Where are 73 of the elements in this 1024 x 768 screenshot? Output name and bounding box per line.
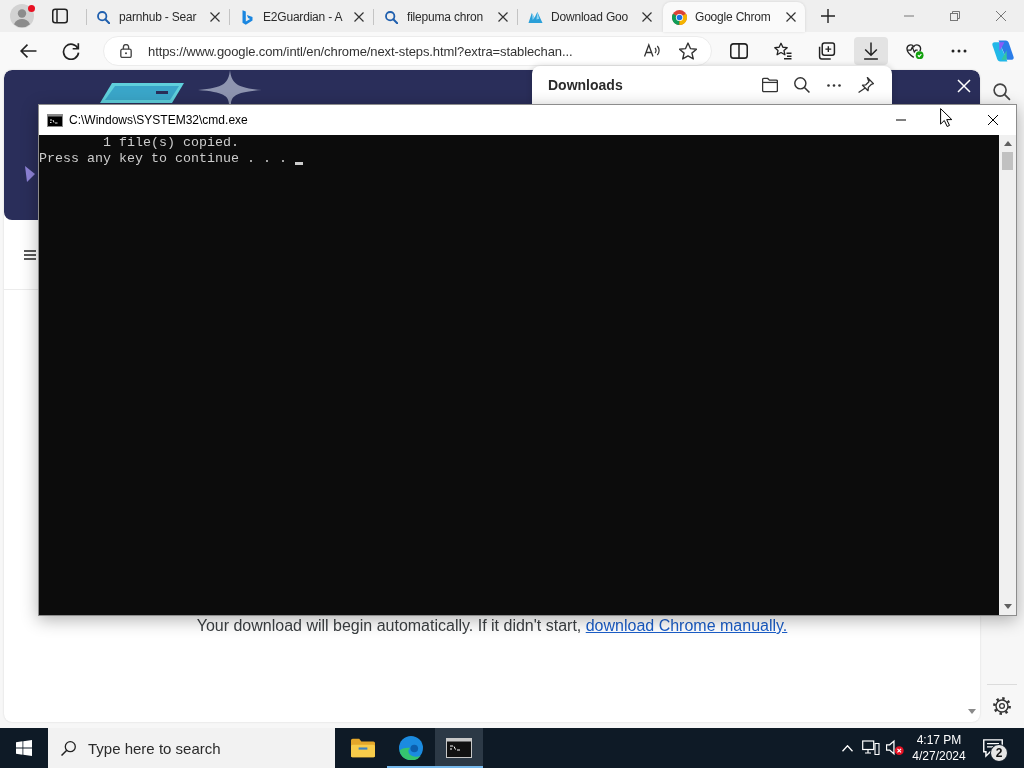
plus-icon [821,9,835,23]
terminal-button[interactable] [435,728,483,768]
profile-button[interactable] [8,2,36,30]
lock-icon [119,44,133,58]
close-icon [498,12,508,22]
window-title: C:\Windows\SYSTEM32\cmd.exe [69,113,248,127]
restore-icon [950,11,960,21]
scroll-down-icon[interactable] [968,709,976,714]
avatar-icon [10,4,34,28]
search-field[interactable]: Type here to search [48,728,335,768]
favorites-icon [774,42,792,60]
speech-bubble-icon [983,738,1003,758]
notification-dot-icon [28,5,35,12]
panel-title: Downloads [548,77,623,93]
browser-tab[interactable]: parnhub - Sear [87,2,229,32]
clock-button[interactable]: 4:17 PM 4/27/2024 [909,728,969,768]
split-screen-icon [730,42,748,60]
text-cursor-icon [294,162,303,165]
scrollbar[interactable] [999,135,1016,615]
folder-icon [762,77,778,93]
read-aloud-icon [644,43,660,59]
back-arrow-icon [19,42,37,60]
collections-icon [818,42,836,60]
scroll-down-icon[interactable] [1003,604,1012,609]
notifications-button[interactable]: 2 [975,728,1011,768]
settings-icon [993,697,1011,715]
console-output-line: 1 file(s) copied. [102,135,239,151]
scrollbar-thumb[interactable] [1002,152,1013,170]
search-icon [384,10,398,24]
download-message: Your download will begin automatically. If it didn't start, download Chrome manually. [195,616,789,636]
mouse-pointer-icon [940,108,952,127]
windows-logo-icon [16,740,32,756]
notification-count: 2 [990,744,1008,762]
tab-panel-icon [52,8,68,24]
browser-tab[interactable]: filepuma chron [375,2,517,32]
search-icon [993,83,1011,101]
copilot-logo-icon [992,40,1014,62]
download-icon [862,42,880,60]
close-icon [642,12,652,22]
heart-pulse-icon [906,42,924,60]
address-field[interactable]: https://www.google.com/intl/en/chrome/next-steps.html?extra=stablechan... [103,36,712,66]
close-icon [988,115,998,125]
star-icon [679,42,697,60]
edge-logo-icon [399,736,423,760]
search-icon [794,77,810,93]
chrome-logo-icon [671,9,687,25]
close-icon [996,11,1006,21]
browser-tab[interactable]: Download Goo [519,2,661,32]
refresh-icon [62,42,80,60]
search-icon [96,10,110,24]
download-link[interactable]: download Chrome manually. [585,617,788,634]
close-icon [210,12,220,22]
close-icon [957,79,971,93]
terminal-icon [47,113,63,127]
console-output-line: Press any key to continue . . . [39,151,287,167]
volume-muted-icon [886,739,904,757]
more-icon [951,49,967,53]
folder-icon [351,736,375,760]
site-logo-icon [527,9,543,25]
menu-icon[interactable] [24,249,36,260]
search-icon [61,741,76,756]
terminal-icon [446,738,472,758]
caret-up-icon [841,744,853,752]
browser-tab[interactable]: Google Chrom [663,2,805,32]
browser-tab[interactable]: E2Guardian - A [231,2,373,32]
downloads-button[interactable] [854,37,888,65]
close-icon [786,12,796,22]
scroll-up-icon[interactable] [1003,141,1012,146]
pin-icon [858,77,874,93]
network-monitor-icon [862,739,880,757]
triangle-shape [25,166,35,182]
close-icon [354,12,364,22]
more-icon [827,83,841,87]
